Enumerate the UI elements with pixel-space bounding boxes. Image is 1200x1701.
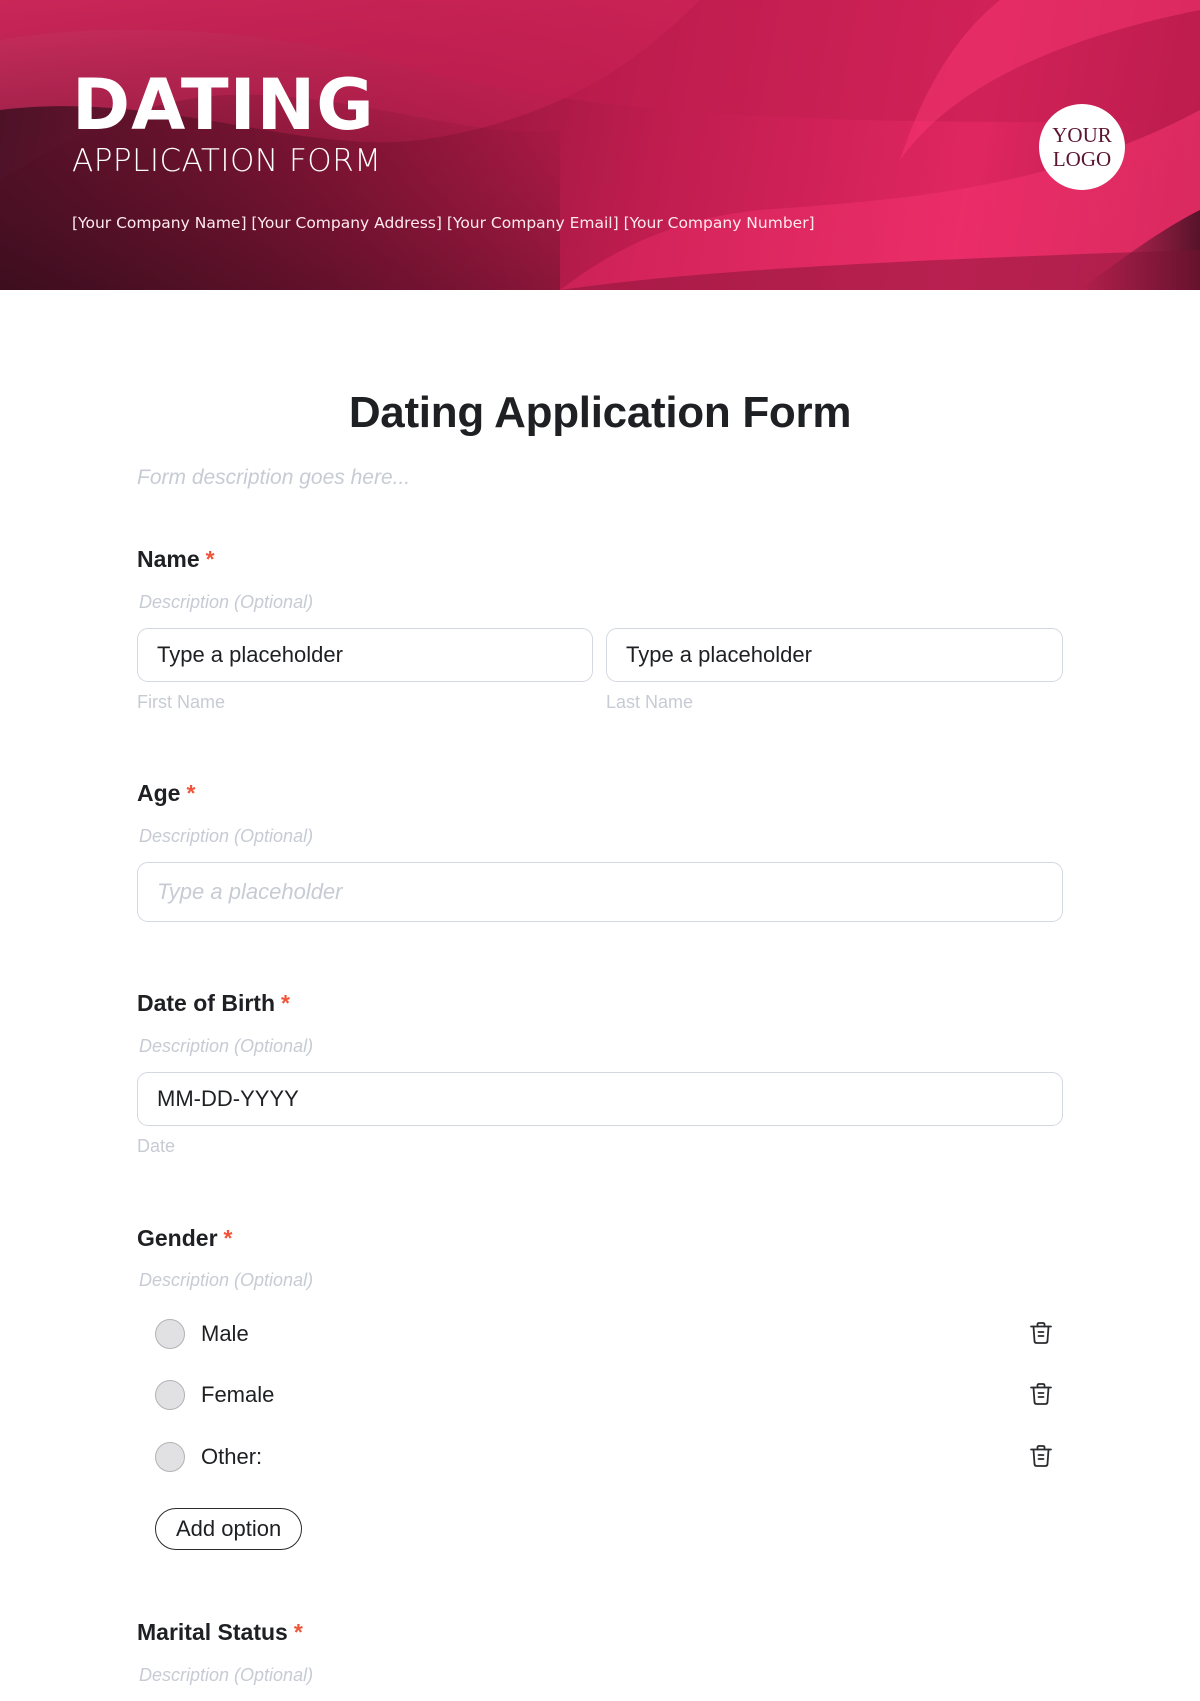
radio-button[interactable] [155,1442,185,1472]
question-label-text: Date of Birth [137,990,275,1016]
brand-title: DATING [72,64,375,146]
date-of-birth-value: MM-DD-YYYY [157,1086,299,1111]
logo-text-line1: YOUR [1052,122,1112,147]
radio-button[interactable] [155,1380,185,1410]
company-info: [Your Company Name] [Your Company Addres… [72,214,815,232]
header-banner: DATING APPLICATION FORM [Your Company Na… [0,0,1200,290]
add-option-button[interactable]: Add option [155,1508,303,1550]
question-label-text: Gender [137,1225,218,1251]
form-title[interactable]: Dating Application Form [0,388,1200,438]
question-marital-status-label[interactable]: Marital Status * [137,1619,303,1646]
logo-text-line2: LOGO [1052,147,1112,171]
question-marital-status-description[interactable]: Description (Optional) [139,1665,313,1686]
required-marker: * [293,1619,303,1645]
question-age-description[interactable]: Description (Optional) [139,826,313,847]
age-placeholder: Type a placeholder [157,879,343,904]
question-dob-description[interactable]: Description (Optional) [139,1036,313,1057]
radio-option-female[interactable]: Female [155,1379,274,1411]
date-sublabel: Date [137,1136,176,1156]
question-name-label[interactable]: Name * [137,546,215,573]
required-marker: * [223,1225,233,1251]
date-of-birth-input[interactable]: MM-DD-YYYY [137,1072,1063,1126]
question-name-description[interactable]: Description (Optional) [139,592,313,613]
first-name-sublabel: First Name [137,692,226,712]
brand-subtitle: APPLICATION FORM [72,143,382,179]
company-logo: YOUR LOGO [1039,104,1125,190]
last-name-input[interactable]: Type a placeholder [606,628,1063,682]
trash-icon[interactable] [1027,1319,1055,1347]
radio-option-label: Other: [201,1444,263,1469]
question-age-label[interactable]: Age * [137,780,195,807]
trash-icon[interactable] [1027,1380,1055,1408]
first-name-input[interactable]: Type a placeholder [137,628,593,682]
radio-button[interactable] [155,1319,185,1349]
question-dob-label[interactable]: Date of Birth * [137,990,290,1017]
question-gender-label[interactable]: Gender * [137,1225,232,1252]
question-gender-description[interactable]: Description (Optional) [139,1270,313,1291]
question-label-text: Marital Status [137,1619,288,1645]
radio-option-label: Male [201,1321,249,1346]
question-label-text: Age [137,780,181,806]
required-marker: * [205,546,215,572]
radio-option-male[interactable]: Male [155,1318,249,1350]
age-input[interactable]: Type a placeholder [137,862,1063,922]
form-description[interactable]: Form description goes here... [137,466,410,490]
question-label-text: Name [137,546,200,572]
trash-icon[interactable] [1027,1442,1055,1470]
required-marker: * [186,780,196,806]
radio-option-label: Female [201,1382,275,1407]
first-name-value: Type a placeholder [157,642,343,667]
last-name-sublabel: Last Name [606,692,694,712]
last-name-value: Type a placeholder [626,642,812,667]
radio-option-other[interactable]: Other: [155,1441,262,1473]
required-marker: * [281,990,290,1016]
